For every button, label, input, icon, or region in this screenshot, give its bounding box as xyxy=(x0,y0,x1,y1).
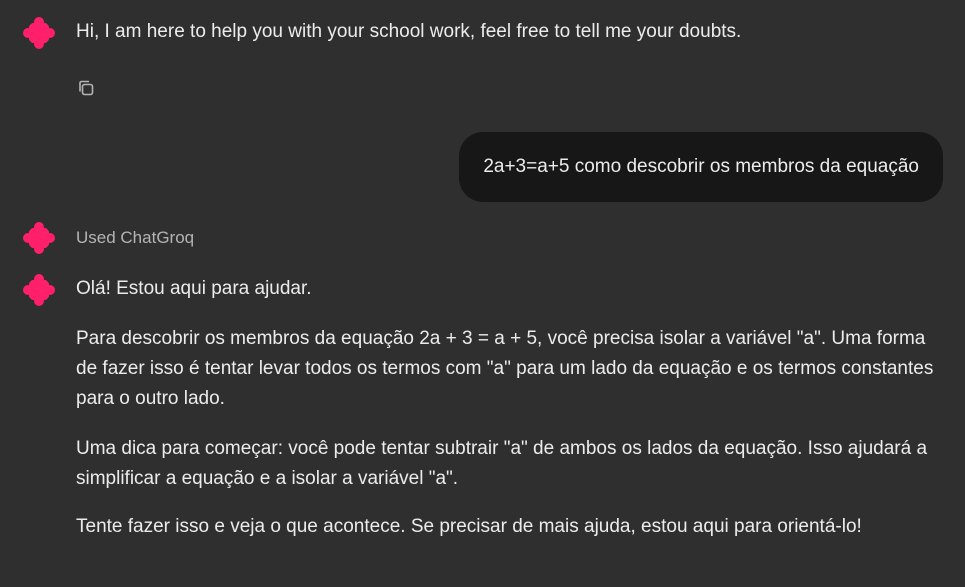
user-message-text: 2a+3=a+5 como descobrir os membros da eq… xyxy=(483,156,919,177)
greeting-message: Hi, I am here to help you with your scho… xyxy=(76,21,742,42)
copy-icon[interactable] xyxy=(76,78,96,98)
reply-paragraph-1: Olá! Estou aqui para ajudar. xyxy=(76,278,312,299)
reply-paragraph-4: Tente fazer isso e veja o que acontece. … xyxy=(76,516,862,537)
reply-paragraph-3: Uma dica para começar: você pode tentar … xyxy=(76,438,928,489)
tool-status-label: Used ChatGroq xyxy=(76,228,195,247)
assistant-logo-icon xyxy=(22,273,56,307)
user-message-bubble: 2a+3=a+5 como descobrir os membros da eq… xyxy=(459,132,943,202)
assistant-logo-icon xyxy=(22,16,56,50)
assistant-logo-icon xyxy=(22,221,56,255)
reply-paragraph-2: Para descobrir os membros da equação 2a … xyxy=(76,328,934,409)
